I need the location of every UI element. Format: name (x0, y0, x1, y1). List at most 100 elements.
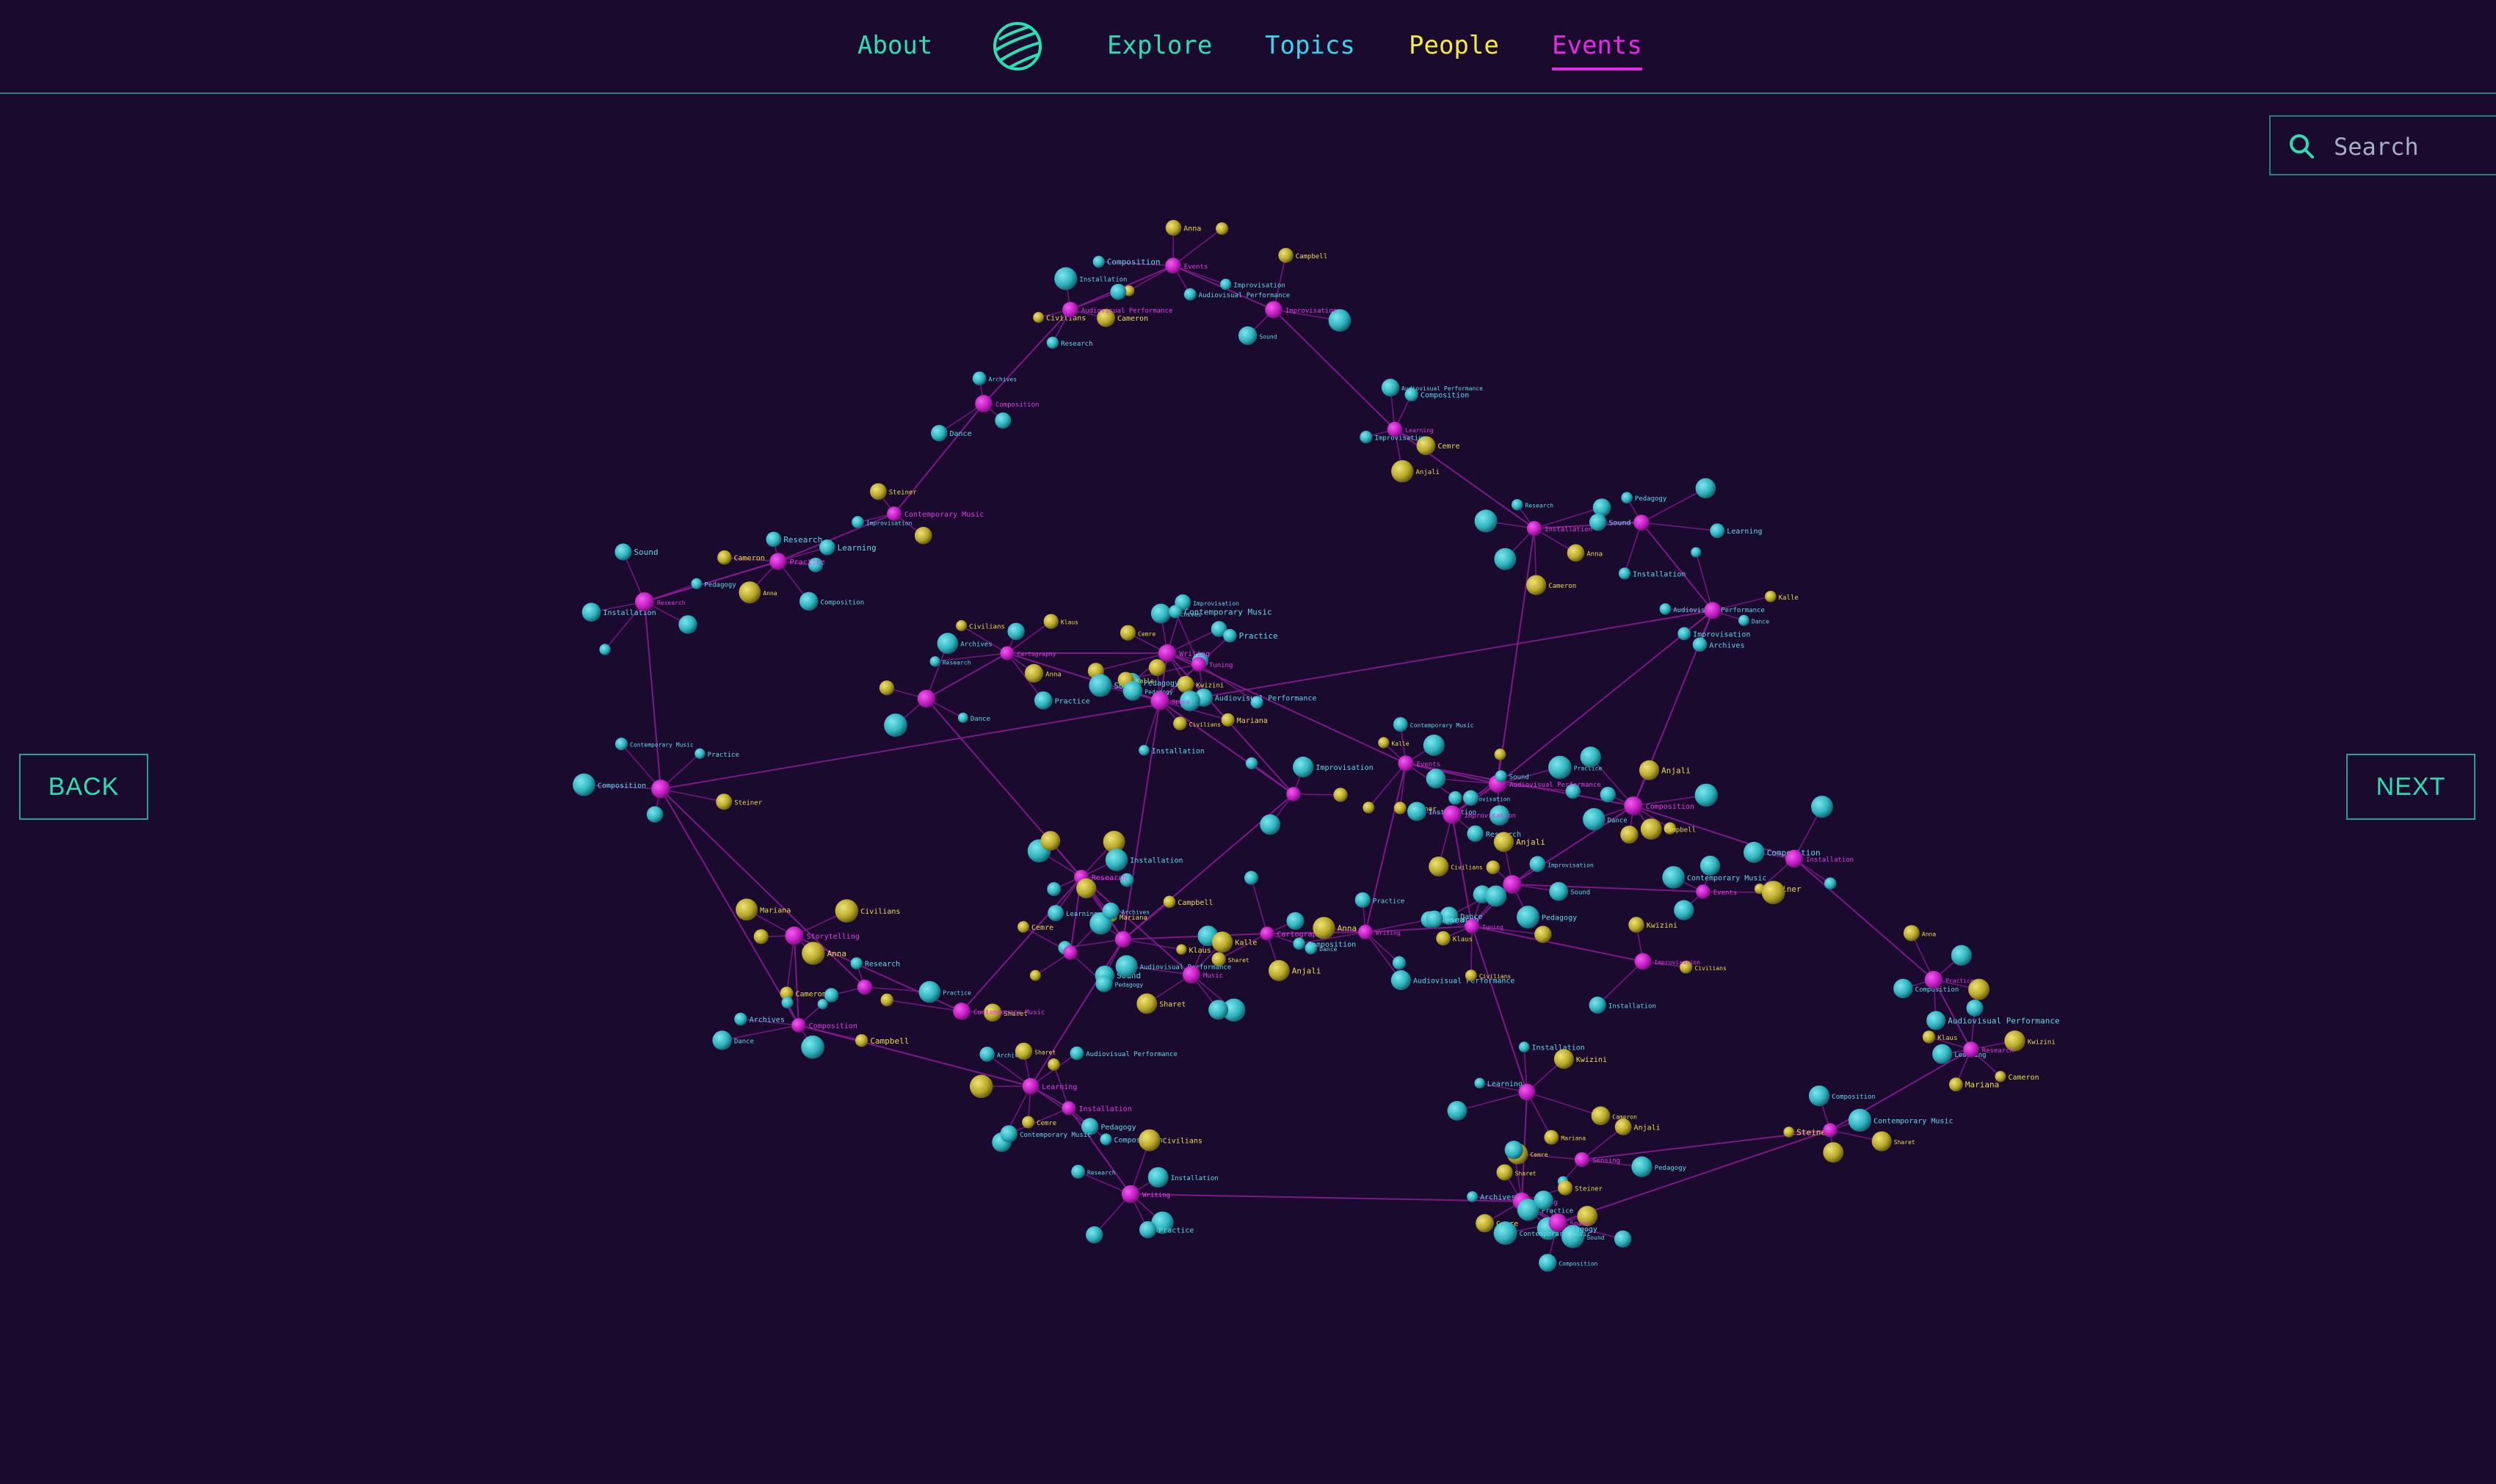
event-node[interactable] (975, 395, 993, 412)
topic-node[interactable] (1621, 492, 1633, 504)
person-node[interactable] (1465, 970, 1477, 982)
person-node[interactable] (1148, 659, 1166, 677)
topic-node[interactable] (781, 997, 794, 1009)
topic-node[interactable] (766, 531, 782, 548)
person-node[interactable] (802, 942, 825, 965)
topic-node[interactable] (1244, 870, 1258, 885)
topic-node[interactable] (1710, 523, 1725, 539)
person-node[interactable] (1120, 625, 1136, 641)
topic-node[interactable] (929, 656, 940, 667)
person-node[interactable] (1024, 663, 1044, 683)
topic-node[interactable] (1600, 786, 1617, 803)
event-node[interactable] (1062, 302, 1078, 318)
topic-node[interactable] (1354, 892, 1371, 908)
person-node[interactable] (1278, 247, 1294, 263)
event-node[interactable] (1548, 1213, 1567, 1232)
person-node[interactable] (914, 526, 932, 545)
person-node[interactable] (1211, 931, 1233, 953)
event-node[interactable] (1518, 1083, 1536, 1101)
event-node[interactable] (1465, 919, 1479, 934)
topic-node[interactable] (1485, 885, 1507, 907)
topic-node[interactable] (1048, 905, 1064, 922)
nav-people-link[interactable]: People (1409, 28, 1499, 63)
topic-node[interactable] (995, 412, 1012, 429)
topic-node[interactable] (1589, 513, 1607, 531)
topic-node[interactable] (1549, 881, 1569, 901)
topic-node[interactable] (852, 516, 864, 528)
topic-node[interactable] (1219, 278, 1232, 291)
event-node[interactable] (1634, 953, 1652, 970)
topic-node[interactable] (1674, 900, 1694, 920)
topic-node[interactable] (1462, 790, 1479, 806)
person-node[interactable] (1496, 1164, 1513, 1181)
topic-node[interactable] (1092, 255, 1105, 268)
event-node[interactable] (791, 1018, 806, 1033)
topic-node[interactable] (1095, 975, 1113, 992)
person-node[interactable] (1022, 1116, 1035, 1129)
event-node[interactable] (1000, 646, 1015, 661)
topic-node[interactable] (1504, 1141, 1523, 1160)
person-node[interactable] (1313, 917, 1335, 939)
topic-node[interactable] (1208, 1000, 1229, 1020)
topic-node[interactable] (1238, 326, 1258, 346)
topic-node[interactable] (694, 748, 705, 760)
topic-node[interactable] (734, 1012, 747, 1026)
topic-node[interactable] (1738, 614, 1749, 626)
topic-node[interactable] (1548, 755, 1572, 779)
topic-node[interactable] (817, 999, 828, 1010)
topic-node[interactable] (1848, 1108, 1872, 1132)
topic-node[interactable] (1692, 637, 1708, 652)
topic-node[interactable] (1517, 906, 1539, 929)
topic-node[interactable] (1808, 1085, 1830, 1107)
person-node[interactable] (1176, 944, 1187, 955)
person-node[interactable] (1544, 1130, 1559, 1145)
event-node[interactable] (887, 506, 901, 521)
topic-node[interactable] (1086, 1226, 1103, 1244)
event-node[interactable] (1624, 796, 1643, 815)
topic-node[interactable] (1966, 999, 1984, 1017)
person-node[interactable] (1173, 716, 1187, 731)
topic-node[interactable] (646, 806, 664, 823)
topic-node[interactable] (712, 1030, 732, 1050)
topic-node[interactable] (599, 644, 611, 655)
topic-node[interactable] (1102, 902, 1120, 920)
person-node[interactable] (880, 993, 893, 1007)
topic-node[interactable] (918, 981, 941, 1003)
topic-node[interactable] (957, 712, 968, 723)
topic-node[interactable] (931, 424, 948, 442)
event-node[interactable] (651, 779, 670, 799)
topic-node[interactable] (1539, 1254, 1557, 1272)
topic-node[interactable] (1360, 430, 1373, 444)
event-node[interactable] (1574, 1152, 1590, 1168)
event-node[interactable] (1785, 849, 1804, 868)
topic-node[interactable] (1926, 1011, 1946, 1030)
event-node[interactable] (1114, 931, 1132, 948)
person-node[interactable] (753, 929, 769, 945)
topic-node[interactable] (1810, 796, 1833, 818)
topic-node[interactable] (1534, 1190, 1553, 1210)
topic-node[interactable] (1743, 842, 1765, 863)
person-node[interactable] (1378, 737, 1390, 749)
person-node[interactable] (1558, 1180, 1573, 1196)
topic-node[interactable] (1694, 783, 1718, 807)
topic-node[interactable] (1000, 1125, 1018, 1143)
person-node[interactable] (1216, 222, 1229, 236)
topic-node[interactable] (1691, 547, 1702, 558)
topic-node[interactable] (972, 371, 987, 385)
person-node[interactable] (1033, 312, 1045, 323)
person-node[interactable] (1221, 713, 1235, 727)
nav-events-link[interactable]: Events (1552, 28, 1642, 70)
person-node[interactable] (1922, 1030, 1936, 1044)
event-node[interactable] (1260, 926, 1274, 941)
person-node[interactable] (1591, 1106, 1611, 1126)
event-node[interactable] (1022, 1077, 1040, 1095)
topic-node[interactable] (1677, 627, 1691, 641)
topic-node[interactable] (1580, 746, 1601, 768)
person-node[interactable] (1017, 920, 1030, 933)
event-node[interactable] (1704, 602, 1722, 619)
topic-node[interactable] (1047, 882, 1062, 896)
person-node[interactable] (956, 619, 968, 632)
topic-node[interactable] (1447, 1101, 1468, 1121)
globe-logo-icon[interactable] (992, 21, 1043, 72)
topic-node[interactable] (799, 592, 819, 611)
